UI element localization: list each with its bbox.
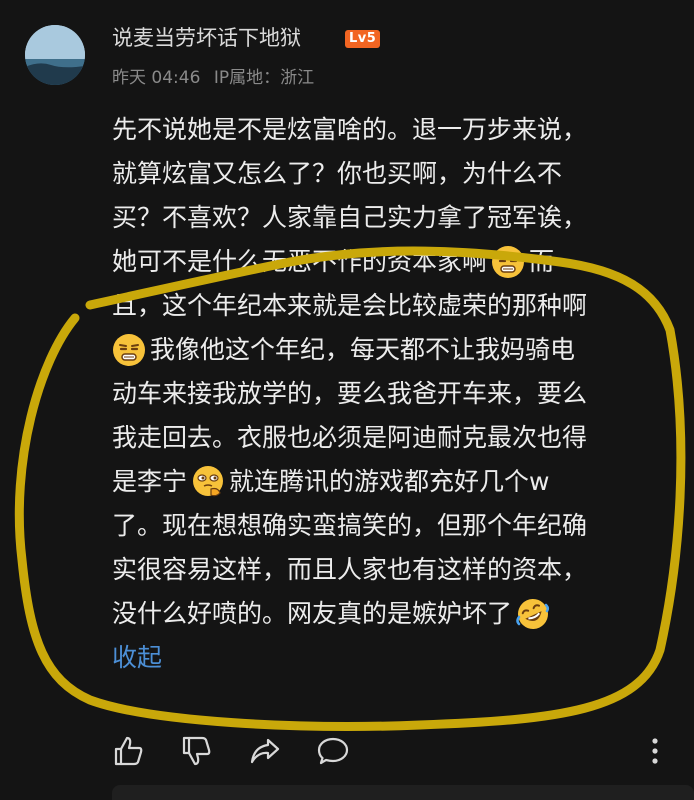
comment-line: 且，这个年纪本来就是会比较虚荣的那种啊 bbox=[112, 291, 588, 320]
share-icon[interactable] bbox=[248, 734, 282, 768]
like-icon[interactable] bbox=[112, 734, 146, 768]
collapse-link[interactable]: 收起 bbox=[112, 636, 667, 680]
comment-line: 动车来接我放学的，要么我爸开车来，要么 bbox=[112, 379, 588, 408]
more-icon[interactable] bbox=[638, 734, 672, 768]
avatar-image bbox=[25, 25, 85, 85]
comment-meta: 昨天 04:46 IP属地：浙江 bbox=[112, 63, 314, 88]
comment-body: 先不说她是不是炫富啥的。退一万步来说， 就算炫富又怎么了？你也买啊，为什么不 买… bbox=[112, 108, 667, 680]
comment-line: 实很容易这样，而且人家也有这样的资本， bbox=[112, 555, 588, 584]
comment-actions bbox=[112, 734, 672, 770]
comment-time: 昨天 04:46 bbox=[112, 68, 201, 88]
comment-line: 买？不喜欢？人家靠自己实力拿了冠军诶， bbox=[112, 203, 588, 232]
comment-line: 没什么好喷的。网友真的是嫉妒坏了 bbox=[112, 592, 667, 636]
thinking-emoji-icon bbox=[193, 466, 224, 497]
smirk-emoji-icon bbox=[492, 246, 525, 278]
avatar[interactable] bbox=[25, 25, 85, 85]
level-badge: Lv5 bbox=[345, 30, 381, 48]
reply-input-bar[interactable] bbox=[112, 785, 694, 800]
comment-line: 我走回去。衣服也必须是阿迪耐克最次也得 bbox=[112, 423, 588, 452]
dislike-icon[interactable] bbox=[180, 734, 214, 768]
comment-line: 了。现在想想确实蛮搞笑的，但那个年纪确 bbox=[112, 511, 588, 540]
comment-line: 就算炫富又怎么了？你也买啊，为什么不 bbox=[112, 159, 563, 188]
username[interactable]: 说麦当劳坏话下地狱 bbox=[112, 22, 301, 52]
ip-location: IP属地：浙江 bbox=[213, 68, 315, 88]
comment-line: 是李宁 就连腾讯的游戏都充好几个w bbox=[112, 460, 667, 504]
comment-line: 先不说她是不是炫富啥的。退一万步来说， bbox=[112, 115, 588, 144]
smirk-emoji-icon bbox=[113, 334, 145, 366]
rofl-emoji-icon bbox=[516, 599, 550, 629]
comment-icon[interactable] bbox=[316, 734, 350, 768]
comment-line: 她可不是什么无恶不作的资本家啊 而 bbox=[112, 240, 667, 284]
comment-line: 我像他这个年纪，每天都不让我妈骑电 bbox=[112, 328, 667, 372]
